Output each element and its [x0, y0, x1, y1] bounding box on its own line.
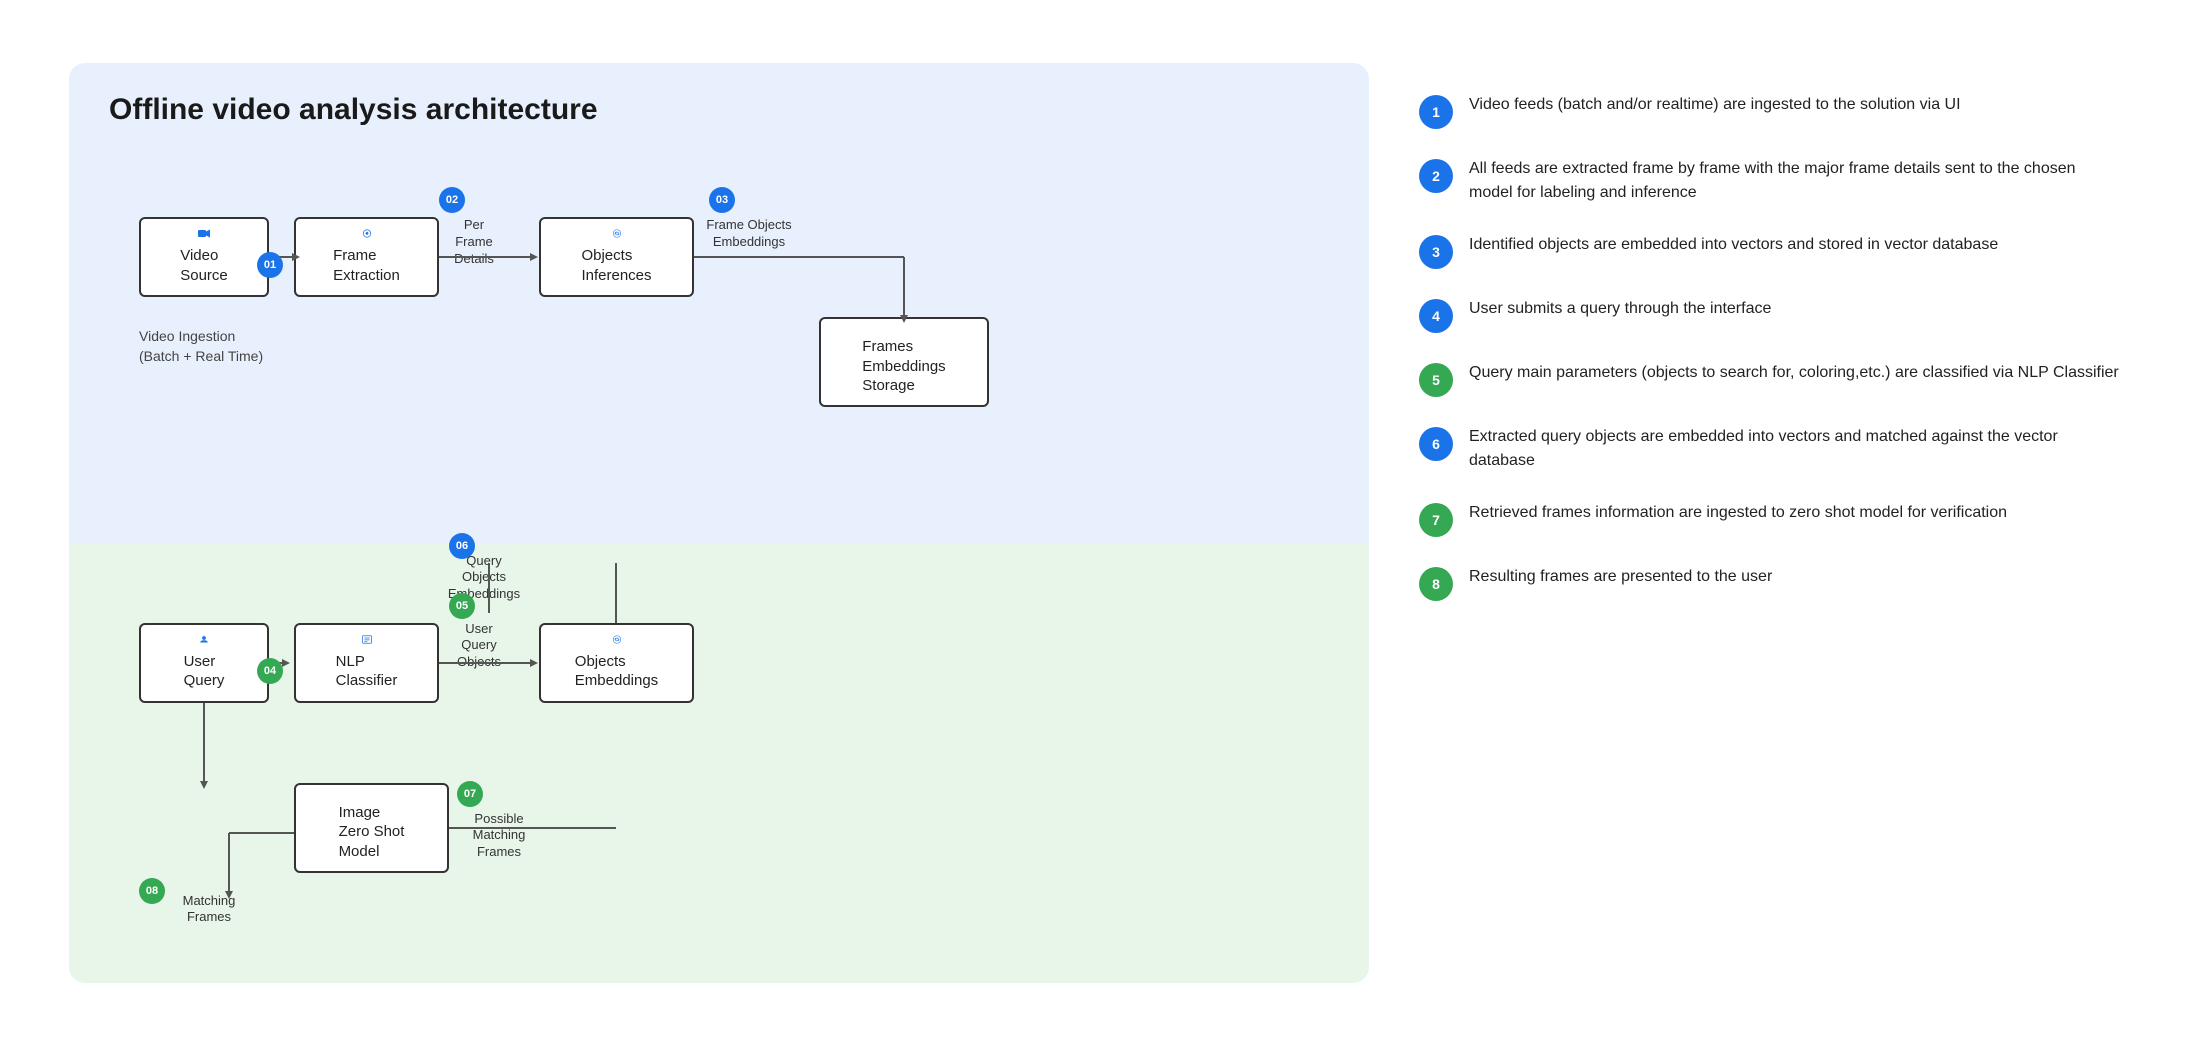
badge-07: 07 [457, 781, 483, 807]
legend-badge-6: 6 [1419, 427, 1453, 461]
legend-text-3: Identified objects are embedded into vec… [1469, 233, 1998, 257]
legend-area: 1 Video feeds (batch and/or realtime) ar… [1409, 63, 2129, 631]
legend-text-6: Extracted query objects are embedded int… [1469, 425, 2119, 473]
frame-extraction-node: FrameExtraction [294, 217, 439, 297]
objects-inferences-label: ObjectsInferences [581, 246, 651, 285]
diagram-area: Offline video analysis architecture Vide… [69, 63, 1369, 983]
video-source-label: VideoSource [180, 246, 228, 285]
video-icon [189, 229, 219, 238]
nlp-classifier-label: NLPClassifier [336, 652, 398, 691]
bottom-section: UserQuery 04 NLPClassifier 05 UserQueryO… [69, 543, 1369, 983]
objects-embeddings-label: ObjectsEmbeddings [575, 652, 658, 691]
frame-objects-label: Frame ObjectsEmbeddings [704, 217, 794, 251]
inference-icon [602, 229, 632, 238]
legend-badge-8: 8 [1419, 567, 1453, 601]
legend-badge-1: 1 [1419, 95, 1453, 129]
user-query-node: UserQuery [139, 623, 269, 703]
legend-item-5: 5 Query main parameters (objects to sear… [1419, 361, 2119, 397]
nlp-icon [353, 635, 381, 644]
badge-06: 06 [449, 533, 475, 559]
legend-item-2: 2 All feeds are extracted frame by frame… [1419, 157, 2119, 205]
badge-08: 08 [139, 878, 165, 904]
objects-inferences-node: ObjectsInferences [539, 217, 694, 297]
legend-badge-7: 7 [1419, 503, 1453, 537]
video-source-node: VideoSource [139, 217, 269, 297]
bottom-arrows-svg [109, 563, 1009, 943]
possible-matching-label: PossibleMatching Frames [454, 811, 544, 862]
per-frame-details-label: PerFrameDetails [439, 217, 509, 268]
objects-embeddings-node: ObjectsEmbeddings [539, 623, 694, 703]
frames-storage-label: FramesEmbeddingsStorage [862, 337, 945, 396]
page-container: Offline video analysis architecture Vide… [49, 43, 2149, 1003]
legend-badge-5: 5 [1419, 363, 1453, 397]
legend-item-7: 7 Retrieved frames information are inges… [1419, 501, 2119, 537]
extraction-icon [353, 229, 381, 238]
user-query-objects-label: UserQueryObjects [439, 621, 519, 672]
zero-shot-node: ImageZero ShotModel [294, 783, 449, 873]
frames-storage-node: FramesEmbeddingsStorage [819, 317, 989, 407]
matching-frames-label: MatchingFrames [169, 893, 249, 927]
legend-item-3: 3 Identified objects are embedded into v… [1419, 233, 2119, 269]
badge-05: 05 [449, 593, 475, 619]
badge-02: 02 [439, 187, 465, 213]
legend-item-8: 8 Resulting frames are presented to the … [1419, 565, 2119, 601]
diagram-title: Offline video analysis architecture [109, 93, 1329, 127]
legend-text-1: Video feeds (batch and/or realtime) are … [1469, 93, 1961, 117]
frame-extraction-label: FrameExtraction [333, 246, 400, 285]
legend-badge-2: 2 [1419, 159, 1453, 193]
query-objects-label: QueryObjectsEmbeddings [434, 553, 534, 604]
zero-shot-label: ImageZero ShotModel [339, 803, 405, 862]
legend-text-2: All feeds are extracted frame by frame w… [1469, 157, 2119, 205]
video-ingestion-label: Video Ingestion(Batch + Real Time) [139, 327, 263, 366]
badge-04: 04 [257, 658, 283, 684]
legend-item-6: 6 Extracted query objects are embedded i… [1419, 425, 2119, 473]
top-section: Offline video analysis architecture Vide… [69, 63, 1369, 543]
user-icon [191, 635, 217, 644]
legend-item-1: 1 Video feeds (batch and/or realtime) ar… [1419, 93, 2119, 129]
nlp-classifier-node: NLPClassifier [294, 623, 439, 703]
legend-item-4: 4 User submits a query through the inter… [1419, 297, 2119, 333]
user-query-label: UserQuery [184, 652, 225, 691]
badge-01: 01 [257, 252, 283, 278]
legend-text-7: Retrieved frames information are ingeste… [1469, 501, 2007, 525]
legend-text-8: Resulting frames are presented to the us… [1469, 565, 1772, 589]
legend-badge-3: 3 [1419, 235, 1453, 269]
legend-text-4: User submits a query through the interfa… [1469, 297, 1771, 321]
legend-text-5: Query main parameters (objects to search… [1469, 361, 2119, 385]
legend-badge-4: 4 [1419, 299, 1453, 333]
embeddings-icon [602, 635, 632, 644]
badge-03: 03 [709, 187, 735, 213]
